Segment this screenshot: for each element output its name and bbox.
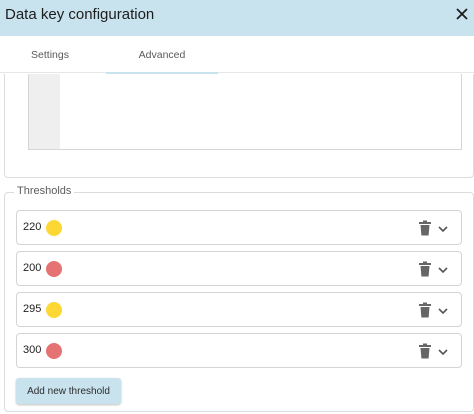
chevron-down-icon[interactable] — [437, 264, 449, 276]
add-threshold-button[interactable]: Add new threshold — [16, 378, 121, 404]
dialog-header: Data key configuration — [0, 0, 474, 36]
tab-bar: Settings Advanced — [0, 36, 474, 74]
threshold-value: 200 — [23, 262, 42, 274]
tab-advanced[interactable]: Advanced — [106, 36, 218, 74]
tab-settings-label: Settings — [31, 48, 69, 61]
threshold-row[interactable]: 220 — [16, 210, 462, 245]
threshold-row[interactable]: 300 — [16, 333, 462, 368]
code-editor[interactable] — [28, 74, 462, 150]
tab-advanced-label: Advanced — [138, 48, 186, 61]
dialog-title: Data key configuration — [5, 6, 155, 23]
thresholds-legend: Thresholds — [14, 185, 75, 197]
chevron-down-icon[interactable] — [437, 223, 449, 235]
delete-icon[interactable] — [418, 343, 432, 359]
threshold-color-swatch[interactable] — [46, 261, 62, 277]
threshold-value: 295 — [23, 303, 42, 315]
threshold-color-swatch[interactable] — [46, 302, 62, 318]
threshold-row[interactable]: 295 — [16, 292, 462, 327]
delete-icon[interactable] — [418, 302, 432, 318]
close-icon[interactable] — [453, 5, 471, 23]
threshold-value: 220 — [23, 221, 42, 233]
threshold-row[interactable]: 200 — [16, 251, 462, 286]
threshold-color-swatch[interactable] — [46, 343, 62, 359]
delete-icon[interactable] — [418, 261, 432, 277]
editor-gutter — [29, 74, 60, 149]
chevron-down-icon[interactable] — [437, 305, 449, 317]
chevron-down-icon[interactable] — [437, 346, 449, 358]
delete-icon[interactable] — [418, 220, 432, 236]
threshold-color-swatch[interactable] — [46, 220, 62, 236]
threshold-value: 300 — [23, 344, 42, 356]
tab-settings[interactable]: Settings — [0, 36, 100, 73]
